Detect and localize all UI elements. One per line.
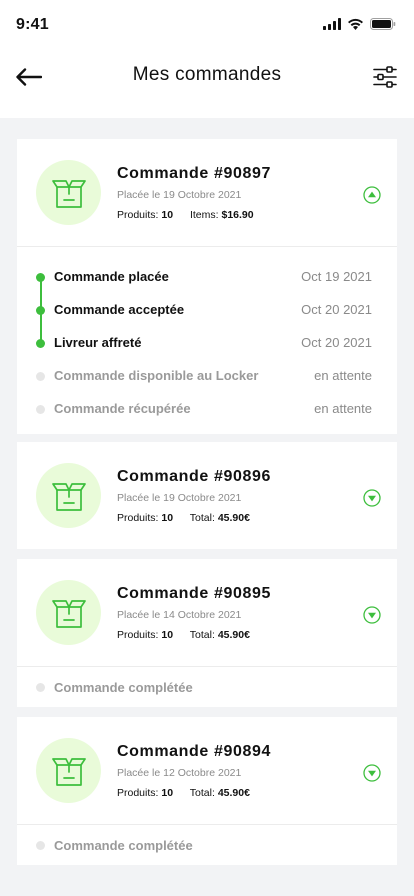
- step-done-dot: [36, 306, 45, 315]
- step-date: en attente: [314, 401, 372, 416]
- package-icon: [51, 599, 86, 628]
- order-meta: Produits: 10 Total: 45.90€: [117, 787, 250, 799]
- order-icon-wrap: [36, 738, 101, 803]
- total-value: 45.90€: [217, 787, 250, 799]
- package-icon: [51, 482, 86, 511]
- step-date: en attente: [314, 368, 372, 383]
- expand-icon[interactable]: [363, 764, 381, 782]
- top-bar: 9:41 Mes commandes: [0, 0, 414, 118]
- order-timeline: Commande placée Oct 19 2021 Commande acc…: [17, 247, 397, 434]
- battery-icon: [370, 18, 396, 30]
- order-icon-wrap: [36, 580, 101, 645]
- step-label: Commande récupérée: [54, 401, 191, 416]
- total-label: Total:: [189, 629, 215, 641]
- wifi-icon: [348, 18, 363, 30]
- order-status: Commande complétée: [54, 838, 193, 853]
- step-label: Commande placée: [54, 269, 169, 284]
- total-value: 45.90€: [217, 629, 250, 641]
- total-value: 45.90€: [217, 512, 250, 524]
- status-icons: [323, 18, 396, 30]
- order-card[interactable]: Commande #90897 Placée le 19 Octobre 202…: [17, 139, 397, 434]
- sliders-icon: [373, 66, 397, 88]
- status-dot: [36, 841, 45, 850]
- step-label: Livreur affreté: [54, 335, 142, 350]
- order-title: Commande #90894: [117, 743, 271, 760]
- order-meta: Produits: 10 Total: 45.90€: [117, 629, 250, 641]
- timeline-step: Commande récupérée en attente: [17, 393, 397, 426]
- order-status-row: Commande complétée: [17, 667, 397, 707]
- step-pending-dot: [36, 405, 45, 414]
- collapse-icon[interactable]: [363, 186, 381, 204]
- products-value: 10: [161, 787, 174, 799]
- total-label: Total:: [189, 787, 215, 799]
- order-card-header[interactable]: Commande #90895 Placée le 14 Octobre 202…: [17, 559, 397, 666]
- timeline-step: Commande disponible au Locker en attente: [17, 360, 397, 393]
- step-done-dot: [36, 273, 45, 282]
- total-label: Total:: [189, 512, 215, 524]
- step-pending-dot: [36, 372, 45, 381]
- page-title: Mes commandes: [132, 64, 282, 85]
- products-label: Produits:: [117, 629, 159, 641]
- order-date: Placée le 19 Octobre 2021: [117, 189, 242, 201]
- timeline-step: Commande acceptée Oct 20 2021: [17, 294, 397, 327]
- order-title: Commande #90895: [117, 585, 271, 602]
- header: Mes commandes: [0, 52, 414, 102]
- order-card[interactable]: Commande #90895 Placée le 14 Octobre 202…: [17, 559, 397, 707]
- products-label: Produits:: [117, 209, 159, 221]
- signal-icon: [323, 18, 341, 30]
- total-label: Items:: [189, 209, 219, 221]
- step-done-dot: [36, 339, 45, 348]
- order-status-row: Commande complétée: [17, 825, 397, 865]
- timeline-step: Commande placée Oct 19 2021: [17, 261, 397, 294]
- products-label: Produits:: [117, 787, 159, 799]
- order-date: Placée le 19 Octobre 2021: [117, 492, 242, 504]
- package-icon: [51, 179, 86, 208]
- order-title: Commande #90896: [117, 468, 271, 485]
- filter-button[interactable]: [370, 62, 400, 92]
- step-date: Oct 20 2021: [301, 335, 372, 350]
- timeline-step: Livreur affreté Oct 20 2021: [17, 327, 397, 360]
- order-icon-wrap: [36, 160, 101, 225]
- status-dot: [36, 683, 45, 692]
- order-card-header[interactable]: Commande #90894 Placée le 12 Octobre 202…: [17, 717, 397, 824]
- step-label: Commande disponible au Locker: [54, 368, 259, 383]
- status-bar: 9:41: [0, 0, 414, 52]
- products-label: Produits:: [117, 512, 159, 524]
- order-status: Commande complétée: [54, 680, 193, 695]
- step-label: Commande acceptée: [54, 302, 185, 317]
- order-meta: Produits: 10 Total: 45.90€: [117, 512, 250, 524]
- step-date: Oct 20 2021: [301, 302, 372, 317]
- order-date: Placée le 14 Octobre 2021: [117, 609, 242, 621]
- expand-icon[interactable]: [363, 489, 381, 507]
- order-card-header[interactable]: Commande #90896 Placée le 19 Octobre 202…: [17, 442, 397, 549]
- step-date: Oct 19 2021: [301, 269, 372, 284]
- products-value: 10: [161, 629, 174, 641]
- order-card[interactable]: Commande #90896 Placée le 19 Octobre 202…: [17, 442, 397, 549]
- order-title: Commande #90897: [117, 165, 271, 182]
- expand-icon[interactable]: [363, 606, 381, 624]
- products-value: 10: [161, 209, 174, 221]
- order-card-header[interactable]: Commande #90897 Placée le 19 Octobre 202…: [17, 139, 397, 246]
- order-meta: Produits: 10 Items: $16.90: [117, 209, 254, 221]
- products-value: 10: [161, 512, 174, 524]
- status-time: 9:41: [16, 16, 49, 33]
- package-icon: [51, 757, 86, 786]
- order-card[interactable]: Commande #90894 Placée le 12 Octobre 202…: [17, 717, 397, 865]
- order-icon-wrap: [36, 463, 101, 528]
- total-value: $16.90: [221, 209, 254, 221]
- order-date: Placée le 12 Octobre 2021: [117, 767, 242, 779]
